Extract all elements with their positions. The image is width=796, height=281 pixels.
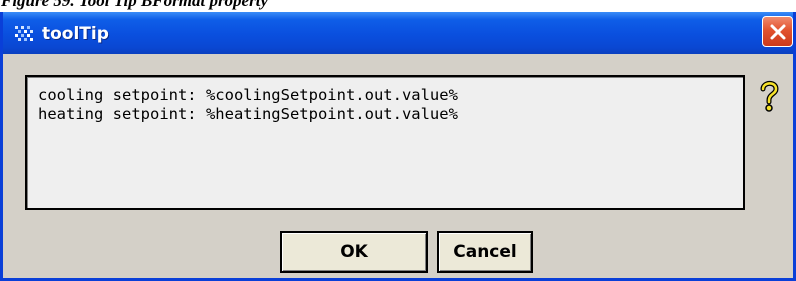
app-icon bbox=[14, 25, 34, 43]
help-icon[interactable] bbox=[757, 79, 781, 113]
text-line-2: heating setpoint: %heatingSetpoint.out.v… bbox=[38, 105, 458, 123]
dialog-window: toolTip cooling setpoint: %coolingSetpoi… bbox=[0, 12, 796, 281]
close-icon bbox=[770, 24, 786, 40]
tooltip-text-area[interactable]: cooling setpoint: %coolingSetpoint.out.v… bbox=[25, 75, 745, 210]
window-title: toolTip bbox=[42, 24, 109, 44]
text-line-1: cooling setpoint: %coolingSetpoint.out.v… bbox=[38, 86, 458, 104]
figure-caption: Figure 59. Tool Tip BFormat property bbox=[1, 0, 268, 10]
ok-button[interactable]: OK bbox=[280, 231, 428, 273]
cancel-button[interactable]: Cancel bbox=[437, 231, 533, 273]
close-button[interactable] bbox=[762, 16, 793, 47]
title-bar[interactable]: toolTip bbox=[3, 12, 793, 54]
